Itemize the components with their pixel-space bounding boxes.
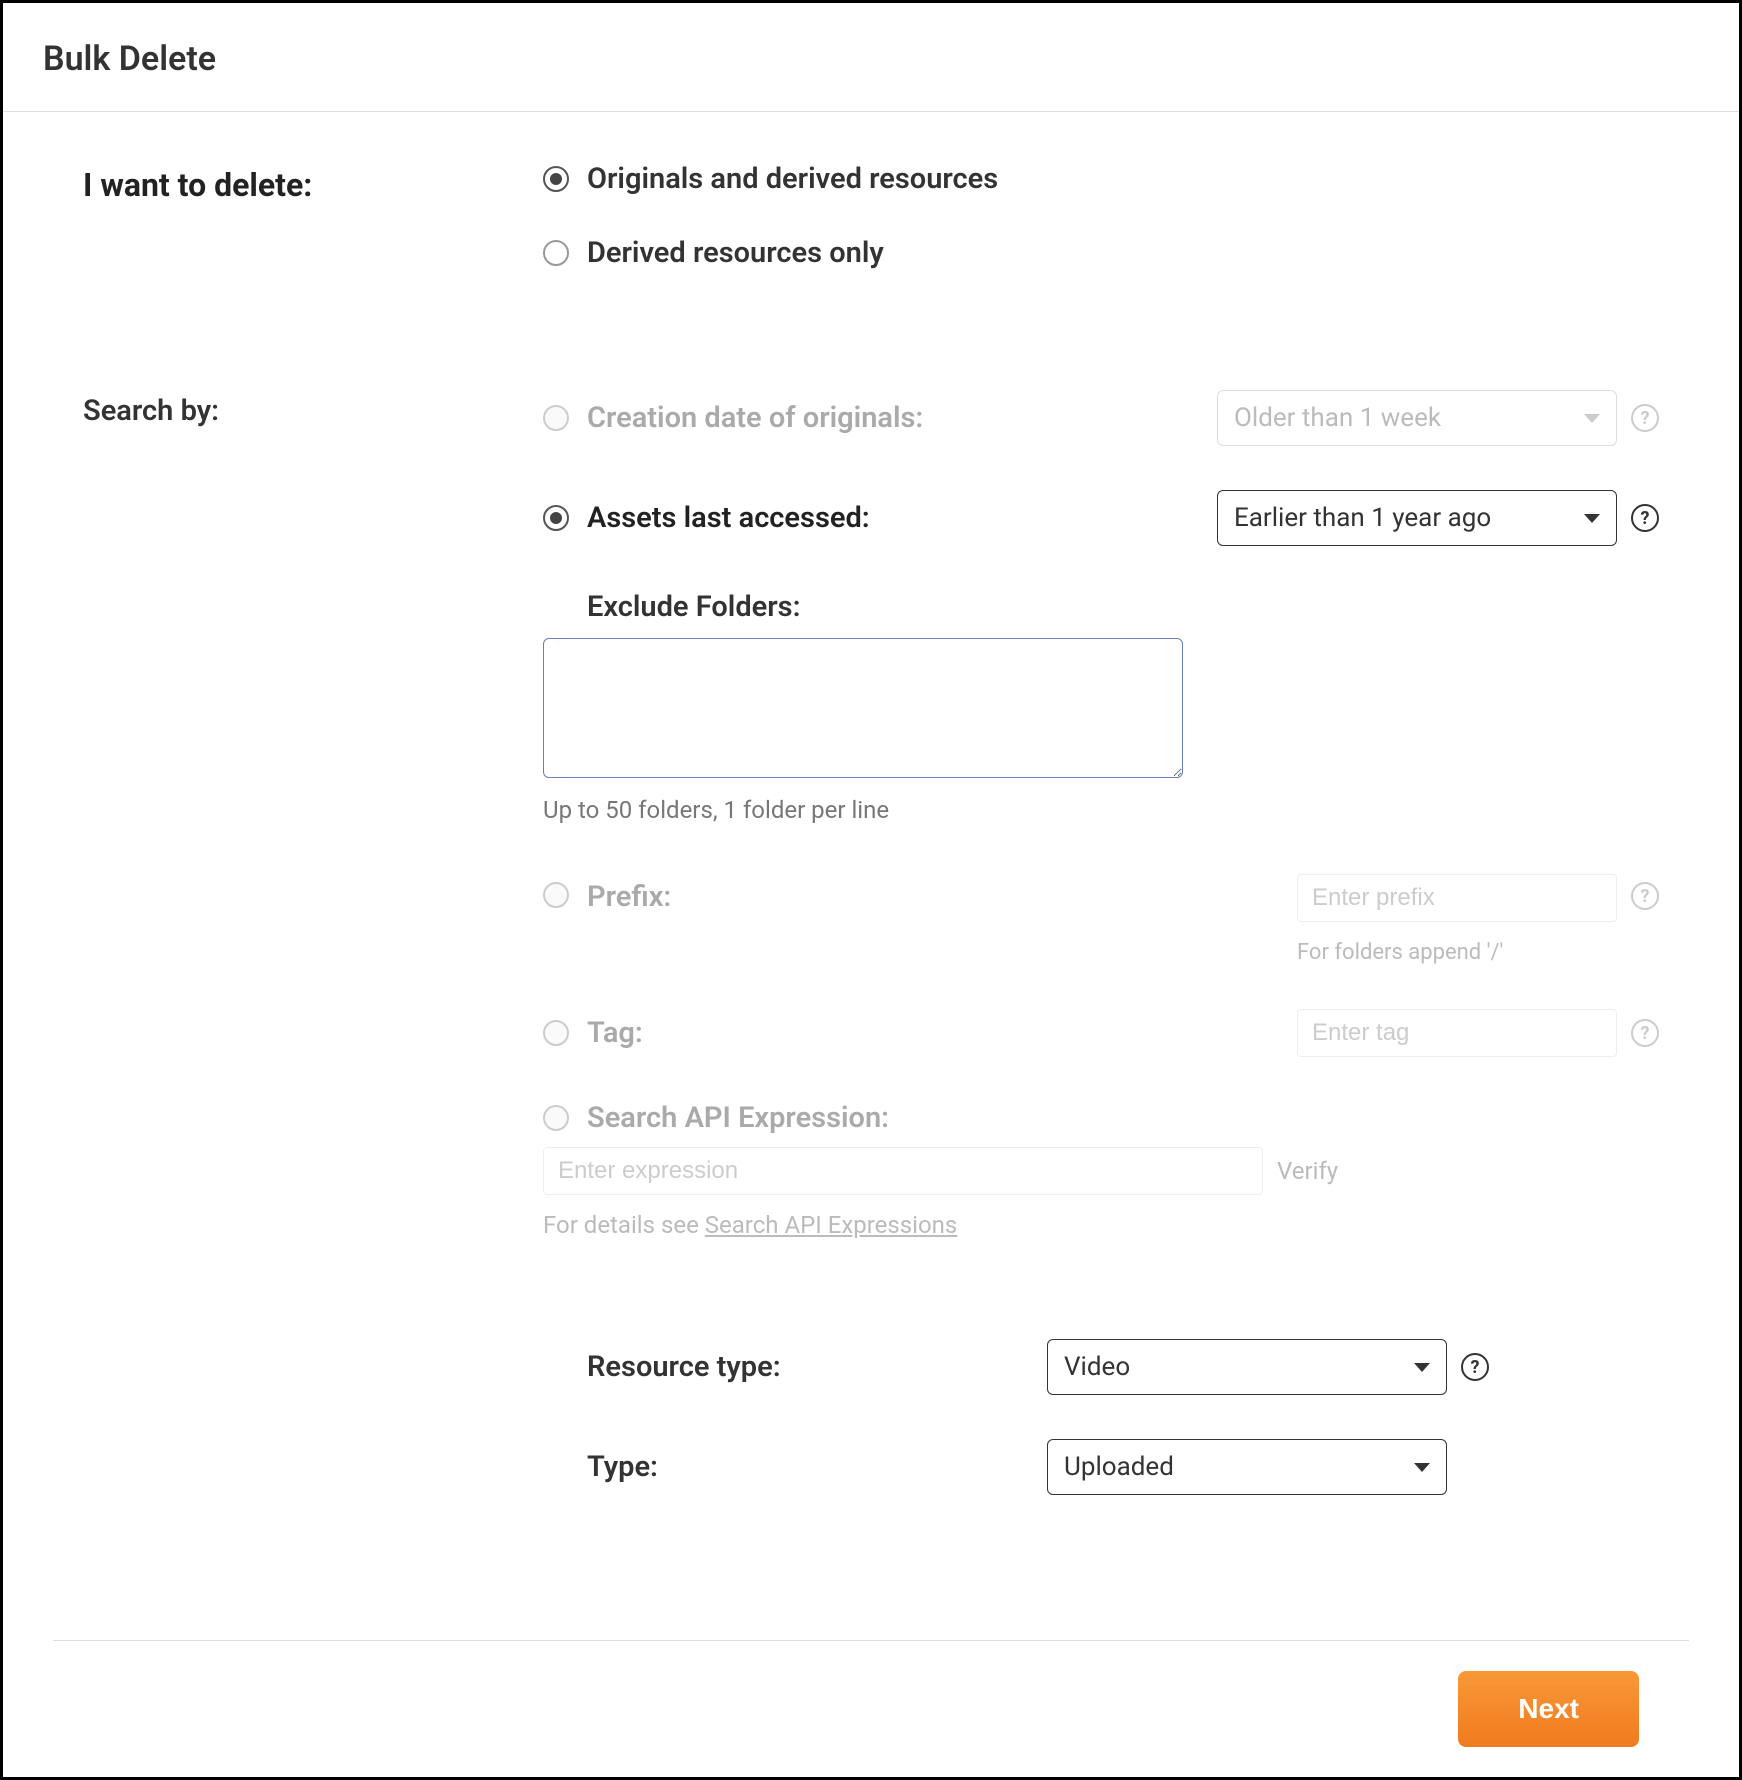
dialog-header: Bulk Delete (3, 3, 1739, 112)
exclude-folders-label: Exclude Folders: (587, 590, 1659, 624)
chevron-down-icon (1584, 514, 1600, 523)
resource-filters: Resource type: Video ? Type: Uploaded (587, 1339, 1659, 1495)
creation-date-label: Creation date of originals: (587, 401, 923, 435)
type-row: Type: Uploaded (587, 1439, 1659, 1495)
help-icon[interactable]: ? (1631, 504, 1659, 532)
chevron-down-icon (1414, 1463, 1430, 1472)
next-button[interactable]: Next (1458, 1671, 1639, 1747)
help-icon[interactable]: ? (1461, 1353, 1489, 1381)
radio-icon (543, 505, 569, 531)
expression-input (543, 1147, 1263, 1195)
radio-icon (543, 1105, 569, 1131)
chevron-down-icon (1414, 1363, 1430, 1372)
bulk-delete-window: Bulk Delete I want to delete: Originals … (0, 0, 1742, 1780)
expression-label: Search API Expression: (587, 1101, 889, 1135)
resource-type-dropdown[interactable]: Video (1047, 1339, 1447, 1395)
radio-icon (543, 166, 569, 192)
chevron-down-icon (1584, 414, 1600, 423)
dropdown-value: Earlier than 1 year ago (1234, 503, 1491, 533)
delete-scope-section: I want to delete: Originals and derived … (83, 162, 1659, 310)
dialog-content: I want to delete: Originals and derived … (3, 112, 1739, 1640)
dropdown-value: Uploaded (1064, 1452, 1174, 1482)
type-dropdown[interactable]: Uploaded (1047, 1439, 1447, 1495)
radio-icon (543, 882, 569, 908)
radio-label: Derived resources only (587, 236, 884, 270)
radio-last-accessed[interactable]: Assets last accessed: Earlier than 1 yea… (543, 490, 1659, 546)
exclude-folders-hint: Up to 50 folders, 1 folder per line (543, 796, 1659, 824)
dropdown-value: Video (1064, 1352, 1130, 1382)
search-api-expressions-link: Search API Expressions (705, 1211, 958, 1239)
dialog-footer: Next (53, 1640, 1689, 1777)
radio-tag[interactable]: Tag: ? (543, 1009, 1659, 1057)
radio-creation-date[interactable]: Creation date of originals: Older than 1… (543, 390, 1659, 446)
help-icon: ? (1631, 1019, 1659, 1047)
last-accessed-dropdown[interactable]: Earlier than 1 year ago (1217, 490, 1617, 546)
radio-search-expression[interactable]: Search API Expression: (543, 1101, 1659, 1135)
radio-icon (543, 1020, 569, 1046)
exclude-folders-block: Exclude Folders: Up to 50 folders, 1 fol… (587, 590, 1659, 824)
expression-hint: For details see Search API Expressions (543, 1211, 1659, 1239)
type-label: Type: (587, 1450, 1047, 1484)
help-icon: ? (1631, 882, 1659, 910)
verify-button: Verify (1277, 1157, 1338, 1185)
help-icon: ? (1631, 404, 1659, 432)
delete-scope-label: I want to delete: (83, 162, 543, 310)
radio-derived-only[interactable]: Derived resources only (543, 236, 1659, 270)
radio-icon (543, 405, 569, 431)
radio-label: Originals and derived resources (587, 162, 998, 196)
last-accessed-label: Assets last accessed: (587, 501, 870, 535)
radio-prefix[interactable]: Prefix: For folders append '/' ? (543, 874, 1659, 965)
search-by-label: Search by: (83, 390, 543, 1539)
creation-date-dropdown: Older than 1 week (1217, 390, 1617, 446)
prefix-input (1297, 874, 1617, 922)
prefix-hint: For folders append '/' (1297, 940, 1617, 965)
resource-type-label: Resource type: (587, 1350, 1047, 1384)
prefix-label: Prefix: (587, 874, 671, 914)
dialog-title: Bulk Delete (43, 39, 1699, 79)
resource-type-row: Resource type: Video ? (587, 1339, 1659, 1395)
search-expression-block: Search API Expression: Verify For detail… (543, 1101, 1659, 1239)
exclude-folders-textarea[interactable] (543, 638, 1183, 778)
search-by-section: Search by: Creation date of originals: O… (83, 390, 1659, 1539)
tag-input (1297, 1009, 1617, 1057)
tag-label: Tag: (587, 1016, 643, 1050)
radio-originals-and-derived[interactable]: Originals and derived resources (543, 162, 1659, 196)
dropdown-value: Older than 1 week (1234, 403, 1441, 433)
radio-icon (543, 240, 569, 266)
